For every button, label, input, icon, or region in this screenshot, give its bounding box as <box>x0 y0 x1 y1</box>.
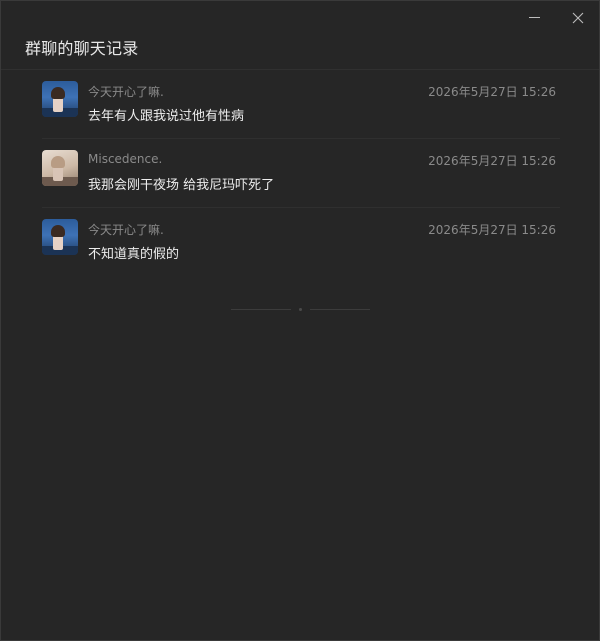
minimize-icon <box>529 17 540 18</box>
avatar-hair <box>51 87 65 99</box>
message-item: 今天开心了嘛. 2026年5月27日 15:26 去年有人跟我说过他有性病 <box>42 70 560 139</box>
minimize-button[interactable] <box>520 7 550 29</box>
avatar-hair <box>51 156 65 168</box>
end-divider-left <box>231 309 291 310</box>
end-divider-right <box>310 309 370 310</box>
chat-history-window: 群聊的聊天记录 今天开心了嘛. 2026年5月27日 15:26 去年有人跟我说… <box>0 0 600 641</box>
message-item: 今天开心了嘛. 2026年5月27日 15:26 不知道真的假的 <box>42 208 560 276</box>
sender-name: 今天开心了嘛. <box>88 85 164 99</box>
sender-name: Miscedence. <box>88 152 163 166</box>
avatar[interactable] <box>42 219 78 255</box>
message-text: 去年有人跟我说过他有性病 <box>88 109 245 124</box>
message-time: 2026年5月27日 15:26 <box>428 85 556 99</box>
message-item: Miscedence. 2026年5月27日 15:26 我那会刚干夜场 给我尼… <box>42 139 560 208</box>
close-icon <box>572 12 584 24</box>
message-text: 我那会刚干夜场 给我尼玛吓死了 <box>88 178 275 193</box>
close-button[interactable] <box>563 7 593 29</box>
sender-name: 今天开心了嘛. <box>88 223 164 237</box>
end-divider-dot <box>299 308 302 311</box>
title-bar: 群聊的聊天记录 <box>1 1 599 70</box>
avatar[interactable] <box>42 81 78 117</box>
window-title: 群聊的聊天记录 <box>25 39 139 58</box>
message-text: 不知道真的假的 <box>88 247 180 262</box>
message-time: 2026年5月27日 15:26 <box>428 154 556 168</box>
message-time: 2026年5月27日 15:26 <box>428 223 556 237</box>
avatar-hair <box>51 225 65 237</box>
avatar[interactable] <box>42 150 78 186</box>
